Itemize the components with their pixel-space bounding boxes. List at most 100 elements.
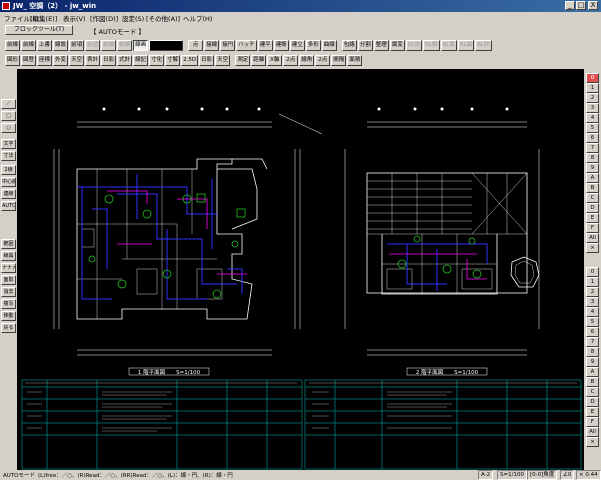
status-angle[interactable]: [0-0]角度 — [527, 470, 558, 480]
layer-group-button-17[interactable]: × — [586, 243, 599, 253]
left-tool-2[interactable]: ○ — [1, 123, 16, 133]
cmd-button-20[interactable]: 分割 — [357, 40, 373, 51]
layer-group-button-4[interactable]: 4 — [586, 113, 599, 123]
layer-group-button-13[interactable]: D — [586, 203, 599, 213]
status-scale[interactable]: S=1/100 — [497, 470, 527, 480]
left-tool-13[interactable]: 消去 — [1, 287, 16, 297]
tool-button-2[interactable]: 座標 — [37, 55, 53, 66]
layer-button-35[interactable]: × — [586, 437, 599, 447]
layer-group-button-0[interactable]: 0 — [586, 73, 599, 83]
tool-button-9[interactable]: 寸化 — [149, 55, 165, 66]
tool-button-15[interactable]: 距離 — [251, 55, 267, 66]
layer-button-26[interactable]: 8 — [586, 347, 599, 357]
layer-button-33[interactable]: F — [586, 417, 599, 427]
cmd-button-0[interactable]: 前線 — [5, 40, 21, 51]
minimize-button[interactable]: _ — [565, 1, 575, 10]
cmd-button-23[interactable]: BL化 — [405, 40, 423, 51]
layer-group-button-15[interactable]: F — [586, 223, 599, 233]
layer-group-button-9[interactable]: 9 — [586, 163, 599, 173]
menu-edit[interactable]: [編集(E)] — [30, 13, 57, 23]
tool-button-16[interactable]: X軸 — [267, 55, 283, 66]
cmd-button-4[interactable]: 前項 — [69, 40, 85, 51]
cmd-button-7[interactable]: 前線 — [117, 40, 133, 51]
cmd-button-26[interactable]: BL編 — [457, 40, 475, 51]
left-tool-10[interactable]: 線属 — [1, 251, 16, 261]
cmd-button-10[interactable]: 点 — [188, 40, 204, 51]
cmd-button-5[interactable]: 前値 — [85, 40, 101, 51]
left-tool-6[interactable]: 中心線 — [1, 177, 16, 187]
cmd-button-2[interactable]: 上書 — [37, 40, 53, 51]
left-tool-1[interactable]: □ — [1, 111, 16, 121]
tool-button-14[interactable]: 測定 — [235, 55, 251, 66]
layer-group-button-2[interactable]: 2 — [586, 93, 599, 103]
tool-button-0[interactable]: 図形 — [5, 55, 21, 66]
layer-group-button-14[interactable]: E — [586, 213, 599, 223]
left-tool-14[interactable]: 複写 — [1, 299, 16, 309]
left-tool-5[interactable]: 2線 — [1, 165, 16, 175]
cmd-button-21[interactable]: 整理 — [373, 40, 389, 51]
layer-group-button-16[interactable]: All — [586, 233, 599, 243]
status-layer[interactable]: A-2 — [478, 470, 494, 480]
tool-button-19[interactable]: 2点 — [315, 55, 331, 66]
tool-button-12[interactable]: 日影 — [199, 55, 215, 66]
cmd-button-8[interactable]: 線画 — [133, 40, 149, 51]
cmd-button-18[interactable]: 曲線 — [321, 40, 337, 51]
layer-group-button-6[interactable]: 6 — [586, 133, 599, 143]
drawing-canvas[interactable]: 1 階平面図 S=1/100 2 階平面図 S=1/100 — [17, 69, 584, 470]
cmd-button-19[interactable]: 包絡 — [341, 40, 357, 51]
layer-button-34[interactable]: All — [586, 427, 599, 437]
cmd-button-13[interactable]: ハッチ — [236, 40, 257, 51]
tool-button-18[interactable]: 線角 — [299, 55, 315, 66]
left-tool-3[interactable]: 文字 — [1, 139, 16, 149]
layer-group-button-8[interactable]: 8 — [586, 153, 599, 163]
maximize-button[interactable]: □ — [576, 1, 586, 10]
cmd-button-1[interactable]: 前線 — [21, 40, 37, 51]
cmd-button-14[interactable]: 建平 — [257, 40, 273, 51]
left-tool-15[interactable]: 移動 — [1, 311, 16, 321]
tool-button-4[interactable]: 天空 — [69, 55, 85, 66]
layer-button-25[interactable]: 7 — [586, 337, 599, 347]
layer-group-button-10[interactable]: A — [586, 173, 599, 183]
layer-group-button-11[interactable]: B — [586, 183, 599, 193]
layer-button-19[interactable]: 1 — [586, 277, 599, 287]
cmd-button-12[interactable]: 接円 — [220, 40, 236, 51]
left-tool-7[interactable]: 連線 — [1, 189, 16, 199]
cmd-button-11[interactable]: 接線 — [204, 40, 220, 51]
layer-group-button-1[interactable]: 1 — [586, 83, 599, 93]
layer-button-31[interactable]: D — [586, 397, 599, 407]
tool-button-17[interactable]: 2点 — [283, 55, 299, 66]
cmd-button-17[interactable]: 多形 — [305, 40, 321, 51]
layer-button-20[interactable]: 2 — [586, 287, 599, 297]
close-button[interactable]: X — [588, 1, 598, 10]
menu-settings[interactable]: 設定(S) — [122, 13, 144, 23]
tool-button-13[interactable]: 天空 — [215, 55, 231, 66]
tool-button-6[interactable]: 日影 — [101, 55, 117, 66]
layer-button-21[interactable]: 3 — [586, 297, 599, 307]
layer-button-24[interactable]: 6 — [586, 327, 599, 337]
layer-button-29[interactable]: B — [586, 377, 599, 387]
layer-group-button-7[interactable]: 7 — [586, 143, 599, 153]
tool-button-3[interactable]: 外変 — [53, 55, 69, 66]
cmd-button-24[interactable]: BL解 — [423, 40, 440, 51]
layer-button-18[interactable]: 0 — [586, 267, 599, 277]
tool-button-10[interactable]: 寸解 — [165, 55, 181, 66]
tool-button-8[interactable]: 線記 — [133, 55, 149, 66]
left-tool-16[interactable]: 戻る — [1, 323, 16, 333]
status-zoom[interactable]: ∠0 — [560, 470, 575, 480]
left-tool-11[interactable]: ナナメ — [1, 263, 16, 273]
tool-button-5[interactable]: 表計 — [85, 55, 101, 66]
cmd-button-6[interactable]: 前線 — [101, 40, 117, 51]
cmd-button-27[interactable]: BL終 — [475, 40, 492, 51]
left-tool-12[interactable]: 面取 — [1, 275, 16, 285]
cmd-button-22[interactable]: 属変 — [389, 40, 405, 51]
layer-button-30[interactable]: C — [586, 387, 599, 397]
block-tool-button[interactable]: ブロックツール(T) — [5, 25, 73, 35]
menu-view[interactable]: 表示(V) — [63, 13, 86, 23]
layer-group-button-3[interactable]: 3 — [586, 103, 599, 113]
cmd-button-15[interactable]: 建断 — [273, 40, 289, 51]
menu-other[interactable]: [その他(A)] — [146, 13, 180, 23]
layer-button-22[interactable]: 4 — [586, 307, 599, 317]
menu-draw[interactable]: [作図(D)] — [90, 13, 118, 23]
cmd-button-3[interactable]: 線設 — [53, 40, 69, 51]
tool-button-20[interactable]: 間隔 — [331, 55, 347, 66]
